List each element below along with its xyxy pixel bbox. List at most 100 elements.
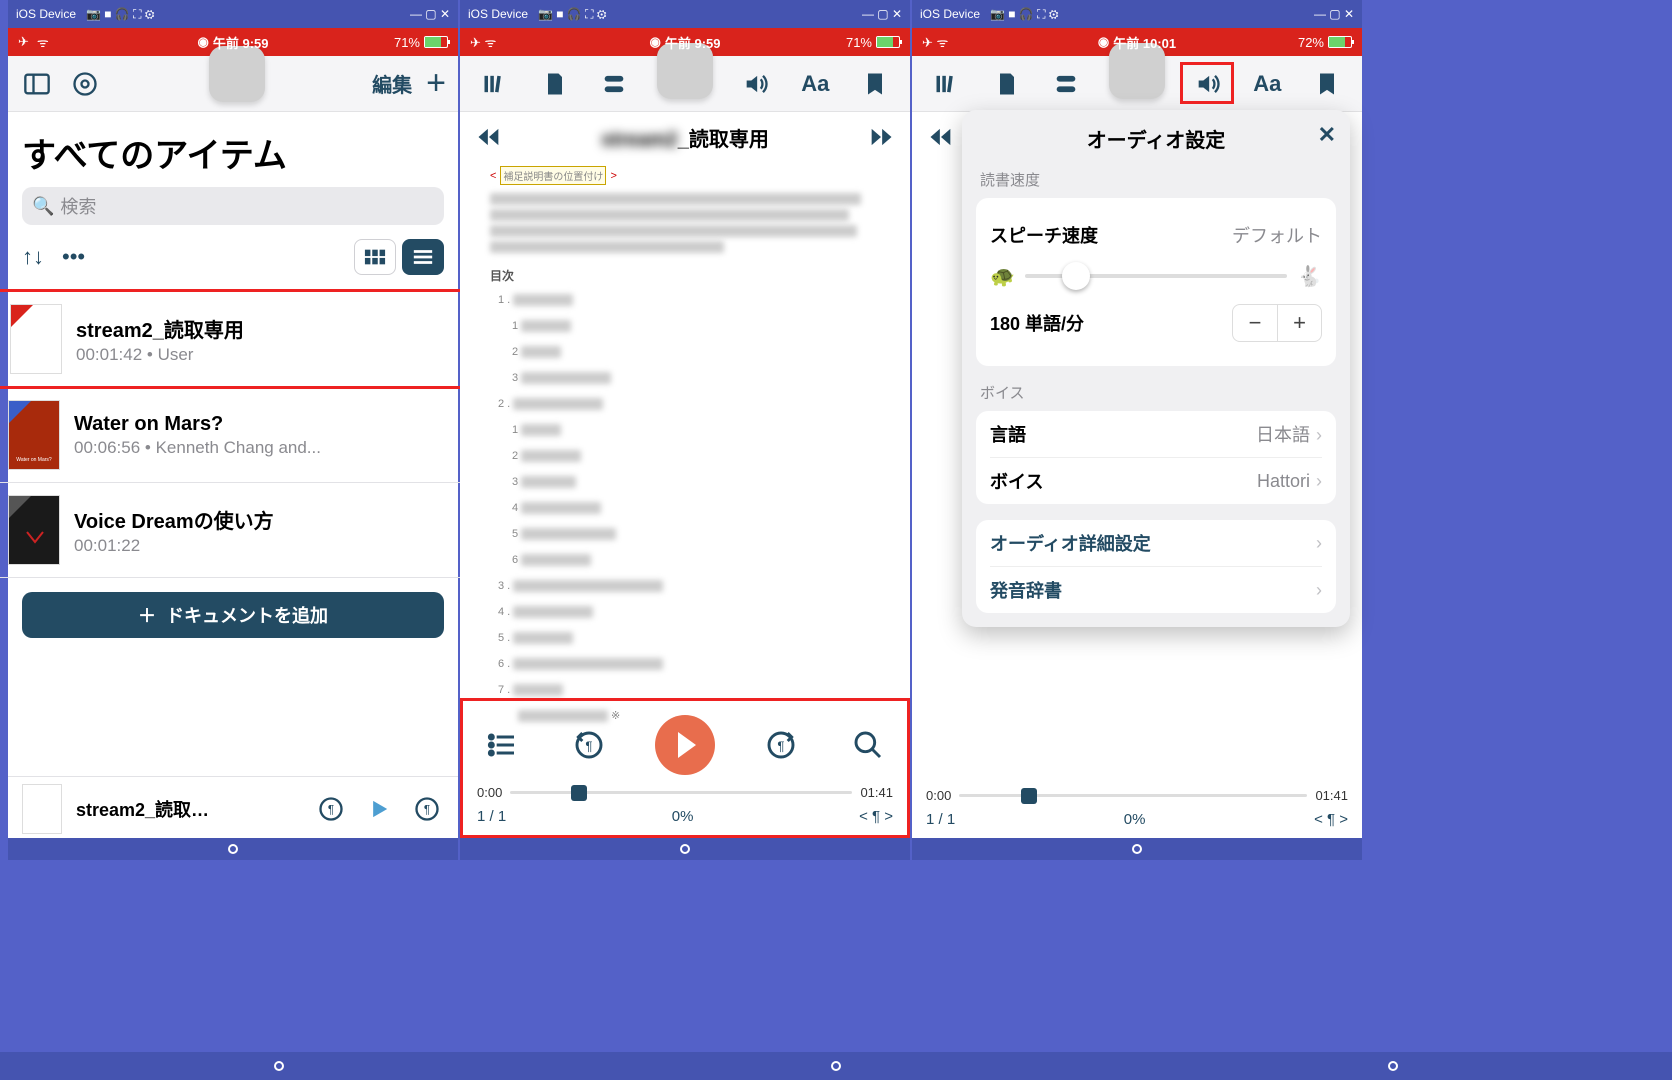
page-title: すべてのアイテム (22, 128, 444, 177)
panel-title: オーディオ設定 (976, 124, 1336, 153)
document-icon[interactable] (990, 67, 1024, 101)
stepper-plus[interactable]: + (1277, 305, 1321, 341)
add-icon[interactable]: + (426, 64, 446, 103)
close-button[interactable]: ✕ (1318, 122, 1336, 148)
speed-slider[interactable]: 🐢 🐇 (990, 262, 1322, 290)
page-counter: 1 / 1 (926, 811, 955, 828)
forward-paragraph-icon[interactable]: ¶ (760, 724, 802, 766)
language-row[interactable]: 言語 日本語› (990, 411, 1322, 457)
voice-row[interactable]: ボイス Hattori› (990, 457, 1322, 504)
document-title: stream2_読取専用 (601, 123, 769, 152)
toggle-icon[interactable] (1049, 67, 1083, 101)
prev-chapter-icon[interactable] (924, 120, 958, 154)
list-item[interactable]: Voice Dreamの使い方 00:01:22 (0, 483, 472, 578)
window-titlebar: iOS Device 📷 ■ 🎧 ⛶ ⚙ — ▢ ✕ (8, 0, 458, 28)
total-time: 01:41 (1315, 788, 1348, 803)
speech-rate-label: スピーチ速度 (990, 222, 1098, 248)
gear-icon[interactable] (68, 67, 102, 101)
wifi-icon: ᯤ (37, 33, 49, 51)
rewind-paragraph-icon[interactable]: ¶ (314, 792, 348, 826)
wpm-stepper[interactable]: − + (1232, 304, 1322, 342)
font-icon[interactable]: Aa (798, 67, 832, 101)
search-icon[interactable] (847, 724, 889, 766)
turtle-icon: 🐢 (990, 264, 1015, 289)
search-input[interactable]: 🔍 検索 (22, 187, 444, 225)
mini-thumb (22, 784, 62, 834)
svg-text:¶: ¶ (424, 803, 430, 816)
chevron-right-icon: › (1316, 580, 1322, 601)
player: 0:00 01:41 1 / 1 0% < ¶ > (912, 778, 1362, 838)
battery-pct: 71% (394, 35, 420, 50)
speech-rate-value: デフォルト (1232, 222, 1322, 248)
document-icon[interactable] (538, 67, 572, 101)
forward-paragraph-icon[interactable]: ¶ (410, 792, 444, 826)
prev-chapter-icon[interactable] (472, 120, 506, 154)
mini-title: stream2_読取… (76, 796, 300, 822)
scrubber-knob (1021, 788, 1037, 804)
advanced-audio-row[interactable]: オーディオ詳細設定 › (990, 520, 1322, 566)
window-controls[interactable]: — ▢ ✕ (410, 7, 450, 21)
pronunciation-dict-row[interactable]: 発音辞書 › (990, 566, 1322, 613)
window-label: iOS Device (16, 7, 76, 21)
document-body[interactable]: <補足説明書の位置付け> 目次 1 . 1 2 3 2 . 1 2 3 4 5 … (460, 162, 910, 726)
progress-percent: 0% (672, 808, 694, 825)
list-item[interactable]: stream2_読取専用 00:01:42 • User (0, 289, 473, 389)
progress-bar[interactable]: 0:00 01:41 (926, 788, 1348, 803)
speaker-icon[interactable] (739, 67, 773, 101)
chevron-right-icon: › (1316, 425, 1322, 445)
item-thumbnail: Water on Mars? (8, 400, 60, 470)
battery-icon (424, 36, 448, 48)
window-titlebar: iOS Device 📷 ■ 🎧 ⛶ ⚙ — ▢ ✕ (460, 0, 910, 28)
highlight-box (1180, 62, 1234, 104)
toolbar: 編集 + (8, 56, 458, 112)
scrubber-knob (571, 785, 587, 801)
add-document-button[interactable]: ＋ ドキュメントを追加 (22, 592, 444, 638)
stepper-minus[interactable]: − (1233, 305, 1277, 341)
toggle-icon[interactable] (597, 67, 631, 101)
paragraph-nav[interactable]: < ¶ > (859, 808, 893, 825)
rabbit-icon: 🐇 (1297, 264, 1322, 289)
total-time: 01:41 (860, 785, 893, 800)
play-icon[interactable] (362, 792, 396, 826)
wpm-label: 180 単語/分 (990, 310, 1084, 336)
progress-percent: 0% (1124, 811, 1146, 828)
play-button[interactable] (655, 715, 715, 775)
sidebar-icon[interactable] (20, 67, 54, 101)
clock: 午前 9:59 (213, 33, 269, 52)
next-chapter-icon[interactable] (864, 120, 898, 154)
list-view-button[interactable] (402, 239, 444, 275)
section-label-speed: 読書速度 (980, 169, 1332, 190)
mini-player[interactable]: stream2_読取… ¶ ¶ (8, 776, 458, 840)
item-thumbnail (8, 495, 60, 565)
paragraph-nav[interactable]: < ¶ > (1314, 811, 1348, 828)
svg-text:¶: ¶ (585, 738, 592, 753)
section-label-voice: ボイス (980, 382, 1332, 403)
list-item[interactable]: Water on Mars? Water on Mars? 00:06:56 •… (0, 388, 472, 483)
rewind-paragraph-icon[interactable]: ¶ (568, 724, 610, 766)
app-orb[interactable] (209, 46, 265, 102)
sort-icon[interactable]: ↑↓ (22, 244, 44, 270)
library-icon[interactable] (478, 67, 512, 101)
audio-settings-panel: オーディオ設定 ✕ 読書速度 スピーチ速度 デフォルト 🐢 🐇 180 単語/分… (962, 110, 1350, 627)
more-icon[interactable]: ••• (62, 244, 85, 270)
edit-button[interactable]: 編集 (372, 69, 412, 98)
page-counter: 1 / 1 (477, 808, 506, 825)
chapters-icon[interactable] (481, 724, 523, 766)
window-titlebar: iOS Device 📷 ■ 🎧 ⛶ ⚙ — ▢ ✕ (912, 0, 1362, 28)
font-icon[interactable]: Aa (1250, 67, 1284, 101)
reader-toolbar: Aa (912, 56, 1362, 112)
bookmark-icon[interactable] (1310, 67, 1344, 101)
grid-view-button[interactable] (354, 239, 396, 275)
plus-icon: ＋ (138, 602, 156, 628)
slider-knob (1062, 262, 1090, 290)
system-icons: 📷 ■ 🎧 ⛶ ⚙ (86, 7, 155, 22)
search-icon: 🔍 (32, 196, 54, 217)
progress-bar[interactable]: 0:00 01:41 (477, 785, 893, 800)
library-icon[interactable] (930, 67, 964, 101)
chevron-right-icon: › (1316, 471, 1322, 491)
bookmark-icon[interactable] (858, 67, 892, 101)
window-controls[interactable]: — ▢ ✕ (1314, 7, 1354, 21)
item-thumbnail (10, 304, 62, 374)
reader-toolbar: Aa (460, 56, 910, 112)
window-controls[interactable]: — ▢ ✕ (862, 7, 902, 21)
